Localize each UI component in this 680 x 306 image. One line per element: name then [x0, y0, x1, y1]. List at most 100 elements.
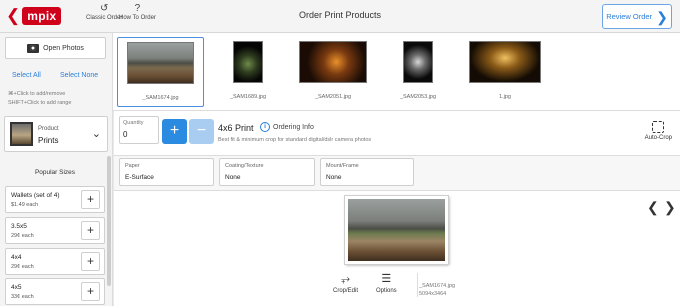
ordering-info-link[interactable]: i Ordering Info — [260, 122, 314, 132]
size-item[interactable]: 4x5 33¢ each + — [5, 278, 105, 305]
mount-value: None — [326, 174, 342, 181]
select-all-link[interactable]: Select All — [12, 72, 41, 79]
quantity-plus-button[interactable]: + — [162, 119, 187, 144]
size-name: 4x4 — [11, 254, 22, 261]
preview-image-frame[interactable] — [345, 196, 448, 264]
question-icon: ? — [134, 3, 141, 14]
print-preview: ❮ ❯ ⥅ Crop/Edit ☰ Options _SAM1674.jpg 5… — [114, 191, 680, 306]
chevron-right-icon: ❯ — [656, 8, 668, 25]
select-none-link[interactable]: Select None — [60, 72, 98, 79]
popular-sizes-heading: Popular Sizes — [34, 169, 76, 176]
chevron-left-icon[interactable]: ❮ — [647, 199, 659, 216]
history-icon: ↺ — [99, 3, 109, 14]
size-name: 4x5 — [11, 284, 22, 291]
classic-order-label: Classic Order — [86, 15, 123, 21]
photo-thumb[interactable]: 1.jpg — [463, 37, 547, 107]
ordering-info-label: Ordering Info — [273, 123, 314, 131]
thumb-image — [403, 41, 433, 83]
paper-label: Paper — [125, 163, 140, 169]
preview-image — [348, 199, 445, 261]
quantity-label: Quantity — [123, 120, 144, 126]
divider — [417, 273, 418, 297]
quantity-value: 0 — [123, 130, 128, 139]
options-label: Options — [376, 288, 397, 294]
thumb-caption: _SAM1689.jpg — [229, 94, 267, 100]
sizes-scrollbar[interactable] — [107, 156, 111, 286]
size-name: Wallets (set of 4) — [11, 192, 60, 199]
product-panel: Product Prints ⌄ Popular Sizes Wallets (… — [0, 111, 113, 306]
how-to-order-label: How To Order — [119, 15, 156, 21]
review-order-button[interactable]: Review Order ❯ — [602, 4, 672, 29]
chevron-down-icon: ⌄ — [91, 128, 101, 140]
review-order-label: Review Order — [606, 12, 653, 21]
size-price: 29¢ each — [11, 233, 34, 239]
size-item[interactable]: 3.5x5 29¢ each + — [5, 217, 105, 244]
add-size-button[interactable]: + — [81, 221, 100, 240]
coating-label: Coating/Texture — [225, 163, 264, 169]
chevron-right-icon[interactable]: ❯ — [664, 199, 676, 216]
size-price: $1.49 each — [11, 202, 39, 208]
brand-name: mpix — [22, 7, 62, 25]
size-item[interactable]: Wallets (set of 4) $1.49 each + — [5, 186, 105, 213]
mount-label: Mount/Frame — [326, 163, 359, 169]
product-thumbnail — [10, 122, 33, 146]
size-price: 33¢ each — [11, 294, 34, 300]
chevron-left-icon[interactable]: ❮ — [6, 6, 20, 26]
info-icon: i — [260, 122, 270, 132]
hint-add-remove: ⌘+Click to add/remove — [8, 91, 66, 97]
product-dropdown[interactable]: Product Prints ⌄ — [4, 116, 108, 152]
file-info: _SAM1674.jpg 5094x3464 — [419, 282, 455, 298]
classic-order-button[interactable]: ↺ Classic Order — [86, 3, 122, 21]
menu-icon: ☰ — [381, 273, 392, 285]
thumb-image — [469, 41, 541, 83]
auto-crop-button[interactable]: Auto-Crop — [645, 121, 672, 141]
quantity-field[interactable]: Quantity 0 — [119, 116, 159, 144]
quantity-minus-button[interactable]: − — [189, 119, 214, 144]
photo-thumb[interactable]: _SAM1689.jpg — [208, 37, 288, 107]
thumb-image — [233, 41, 263, 83]
product-value: Prints — [38, 136, 59, 145]
photo-controls: Open Photos Select All Select None ⌘+Cli… — [0, 33, 113, 111]
photo-strip: _SAM1674.jpg _SAM1689.jpg _SAM2051.jpg _… — [113, 33, 680, 111]
plus-icon: + — [169, 122, 180, 139]
paper-value: E-Surface — [125, 174, 154, 181]
thumb-image — [299, 41, 367, 83]
open-photos-label: Open Photos — [43, 44, 84, 52]
crop-icon: ⥅ — [341, 273, 350, 285]
add-size-button[interactable]: + — [81, 252, 100, 271]
print-description: Best fit & minimum crop for standard dig… — [218, 137, 372, 143]
crop-edit-label: Crop/Edit — [333, 288, 359, 294]
add-size-button[interactable]: + — [81, 282, 100, 301]
size-name: 3.5x5 — [11, 223, 27, 230]
add-size-button[interactable]: + — [81, 190, 100, 209]
coating-value: None — [225, 174, 241, 181]
mount-select[interactable]: Mount/Frame None — [320, 158, 414, 186]
how-to-order-button[interactable]: ? How To Order — [119, 3, 156, 21]
top-bar: ❮ mpix ↺ Classic Order ? How To Order Or… — [0, 0, 680, 33]
open-photos-button[interactable]: Open Photos — [5, 37, 106, 59]
camera-icon — [27, 43, 40, 53]
auto-crop-label: Auto-Crop — [644, 135, 672, 141]
coating-select[interactable]: Coating/Texture None — [219, 158, 315, 186]
file-dimensions: 5094x3464 — [419, 291, 447, 297]
order-print-app: ❮ mpix ↺ Classic Order ? How To Order Or… — [0, 0, 680, 306]
thumb-caption: 1.jpg — [499, 94, 511, 100]
minus-icon: − — [196, 122, 207, 139]
photo-thumb[interactable]: _SAM2053.jpg — [378, 37, 458, 107]
size-item[interactable]: 4x4 29¢ each + — [5, 248, 105, 275]
auto-crop-icon — [652, 121, 665, 133]
file-name: _SAM1674.jpg — [419, 283, 456, 289]
paper-select[interactable]: Paper E-Surface — [119, 158, 214, 186]
options-button[interactable]: ☰ Options — [376, 273, 397, 294]
crop-edit-button[interactable]: ⥅ Crop/Edit — [333, 273, 358, 294]
print-options: Quantity 0 + − 4x6 Print i Ordering Info… — [114, 111, 680, 156]
mpix-logo[interactable]: ❮ mpix — [6, 6, 62, 26]
thumb-caption: _SAM2053.jpg — [399, 94, 437, 100]
thumb-caption: _SAM1674.jpg — [142, 95, 179, 101]
print-attributes: Paper E-Surface Coating/Texture None Mou… — [114, 156, 680, 191]
product-label: Product — [38, 126, 59, 132]
thumb-image — [127, 42, 194, 84]
size-price: 29¢ each — [11, 264, 34, 270]
photo-thumb[interactable]: _SAM1674.jpg — [117, 37, 204, 107]
photo-thumb[interactable]: _SAM2051.jpg — [293, 37, 373, 107]
